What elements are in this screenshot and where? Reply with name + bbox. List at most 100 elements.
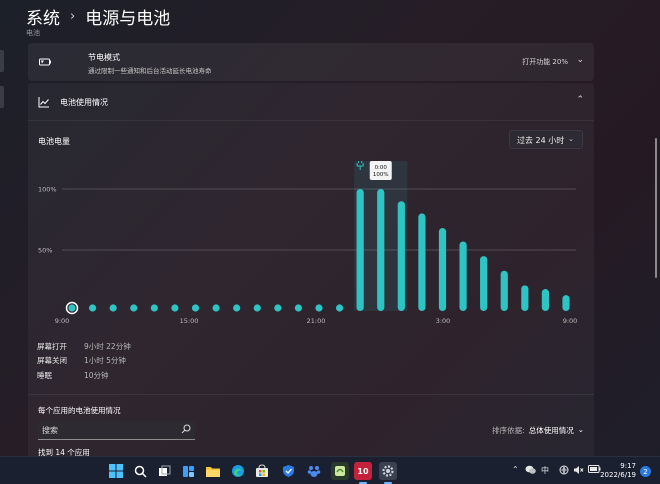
battery-level-bar — [438, 228, 447, 311]
stat-label: 睡眠 — [37, 370, 52, 380]
battery-saver-card[interactable]: 节电模式 通过限制一些通知和后台活动延长电池寿命 打开功能 20% ⌄ — [28, 43, 594, 81]
stat-row: 睡眠 10分钟 — [37, 368, 131, 383]
tooltip-time: 0:00 — [375, 165, 388, 171]
sort-by-control[interactable]: 排序依据: 总体使用情况 ⌄ — [492, 425, 584, 436]
battery-level-bar — [418, 213, 426, 311]
battery-level-point — [253, 304, 261, 312]
page-title: 电源与电池 — [85, 8, 171, 29]
battery-level-point — [191, 304, 200, 312]
battery-saver-subtitle: 通过限制一些通知和后台活动延长电池寿命 — [88, 67, 212, 75]
task-view-icon[interactable] — [155, 462, 173, 480]
notification-badge[interactable]: 2 — [640, 466, 651, 477]
battery-level-point — [150, 304, 158, 312]
battery-level-point — [274, 304, 282, 312]
time-range-select[interactable]: 过去 24 小时 ⌄ — [509, 130, 583, 149]
stat-value: 10分钟 — [84, 370, 109, 380]
battery-level-point — [88, 304, 97, 312]
battery-usage-header[interactable]: 电池使用情况 ⌃ — [28, 83, 594, 121]
sort-by-value: 总体使用情况 — [528, 426, 574, 435]
language-icon[interactable] — [559, 465, 569, 477]
nav-edge-indicator — [0, 86, 4, 108]
microsoft-store-icon[interactable] — [253, 462, 271, 480]
settings-gear-icon[interactable] — [379, 462, 397, 480]
battery-level-point — [130, 304, 138, 312]
per-app-usage-title: 每个应用的电池使用情况 — [38, 406, 121, 415]
system-clock[interactable]: 9:17 2022/6/19 — [600, 462, 636, 480]
battery-level-point — [68, 304, 76, 312]
battery-level-bar — [480, 256, 488, 311]
taskbar: 10 ⌃ 中 9:17 2022/6/19 2 — [0, 456, 660, 484]
search-icon[interactable] — [181, 424, 191, 434]
battery-level-bar — [459, 241, 467, 311]
volume-mute-icon[interactable] — [573, 465, 584, 477]
chevron-down-icon: ⌄ — [568, 135, 574, 143]
wechat-icon[interactable] — [525, 465, 536, 477]
windows-start-icon[interactable] — [107, 462, 125, 480]
battery-level-bar — [500, 270, 508, 311]
battery-level-bar — [397, 201, 405, 311]
battery-level-bar — [521, 285, 529, 311]
y-tick-label: 100% — [38, 186, 57, 194]
stat-value: 1小时 5分钟 — [84, 356, 126, 366]
app-search-box[interactable] — [38, 421, 195, 440]
divider — [28, 394, 594, 395]
battery-level-point — [171, 304, 179, 312]
battery-level-point — [294, 304, 303, 312]
battery-level-point — [233, 304, 241, 312]
chevron-up-icon[interactable]: ⌃ — [512, 465, 519, 474]
x-tick-label: 9:00 — [563, 317, 578, 325]
battery-level-bar — [562, 295, 570, 311]
search-icon[interactable] — [131, 462, 149, 480]
x-tick-label: 9:00 — [55, 317, 70, 325]
ime-mode-indicator[interactable]: 中 — [541, 465, 549, 476]
line-chart-icon — [38, 97, 49, 108]
breadcrumb-separator: › — [70, 8, 76, 24]
widgets-icon[interactable] — [179, 462, 197, 480]
nav-edge-indicator — [0, 50, 4, 72]
battery-level-point — [315, 304, 323, 312]
tooltip-value: 100% — [373, 172, 389, 178]
stat-row: 屏幕打开 9小时 22分钟 — [37, 339, 131, 354]
y-tick-label: 50% — [38, 247, 52, 255]
x-tick-label: 15:00 — [180, 317, 199, 325]
edge-browser-icon[interactable] — [229, 462, 247, 480]
file-explorer-icon[interactable] — [204, 462, 222, 480]
battery-saver-status: 打开功能 20% — [522, 58, 568, 66]
stat-row: 屏幕关闭 1小时 5分钟 — [37, 354, 131, 369]
battery-icon[interactable] — [588, 465, 601, 475]
stat-label: 屏幕关闭 — [37, 356, 67, 366]
battery-usage-card: 电池使用情况 ⌃ 电池电量 过去 24 小时 ⌄ 100% 50% 0:00 100%… — [28, 83, 594, 463]
screen-time-stats: 屏幕打开 9小时 22分钟 屏幕关闭 1小时 5分钟 睡眠 10分钟 — [37, 339, 131, 383]
scrollbar[interactable] — [655, 138, 657, 278]
breadcrumb-parent[interactable]: 系统 — [26, 4, 60, 29]
battery-level-point — [335, 304, 344, 312]
battery-level-label: 电池电量 — [38, 137, 70, 146]
battery-level-point — [212, 304, 220, 312]
chevron-down-icon[interactable]: ⌄ — [576, 55, 584, 65]
sort-by-label: 排序依据: — [492, 426, 525, 435]
battery-level-bar — [377, 189, 385, 311]
battery-level-chart: 100%50%0:00100%9:00 15:00 21:00 3:00 9:00 — [38, 161, 578, 325]
battery-saver-title: 节电模式 — [88, 53, 120, 62]
time-range-value: 过去 24 小时 — [517, 136, 565, 145]
app-10-icon[interactable]: 10 — [354, 462, 372, 480]
chevron-down-icon: ⌄ — [577, 425, 584, 434]
battery-level-bar — [356, 189, 364, 311]
baidu-netdisk-icon[interactable] — [305, 462, 323, 480]
app-search-input[interactable] — [42, 424, 172, 437]
stat-label: 屏幕打开 — [37, 341, 67, 351]
battery-saver-icon — [39, 58, 51, 66]
clock-time: 9:17 — [620, 462, 636, 470]
clock-date: 2022/6/19 — [600, 471, 636, 479]
battery-level-bar — [541, 289, 550, 311]
breadcrumb: 系统 › 电源与电池 — [26, 4, 171, 29]
x-tick-label: 21:00 — [307, 317, 326, 325]
section-heading-battery: 电池 — [26, 29, 40, 36]
chevron-up-icon[interactable]: ⌃ — [576, 95, 584, 105]
x-tick-label: 3:00 — [436, 317, 451, 325]
battery-level-point — [109, 304, 117, 312]
stat-value: 9小时 22分钟 — [84, 341, 131, 351]
green-app-icon[interactable] — [331, 462, 349, 480]
battery-usage-title: 电池使用情况 — [60, 98, 108, 107]
security-shield-icon[interactable] — [279, 462, 297, 480]
